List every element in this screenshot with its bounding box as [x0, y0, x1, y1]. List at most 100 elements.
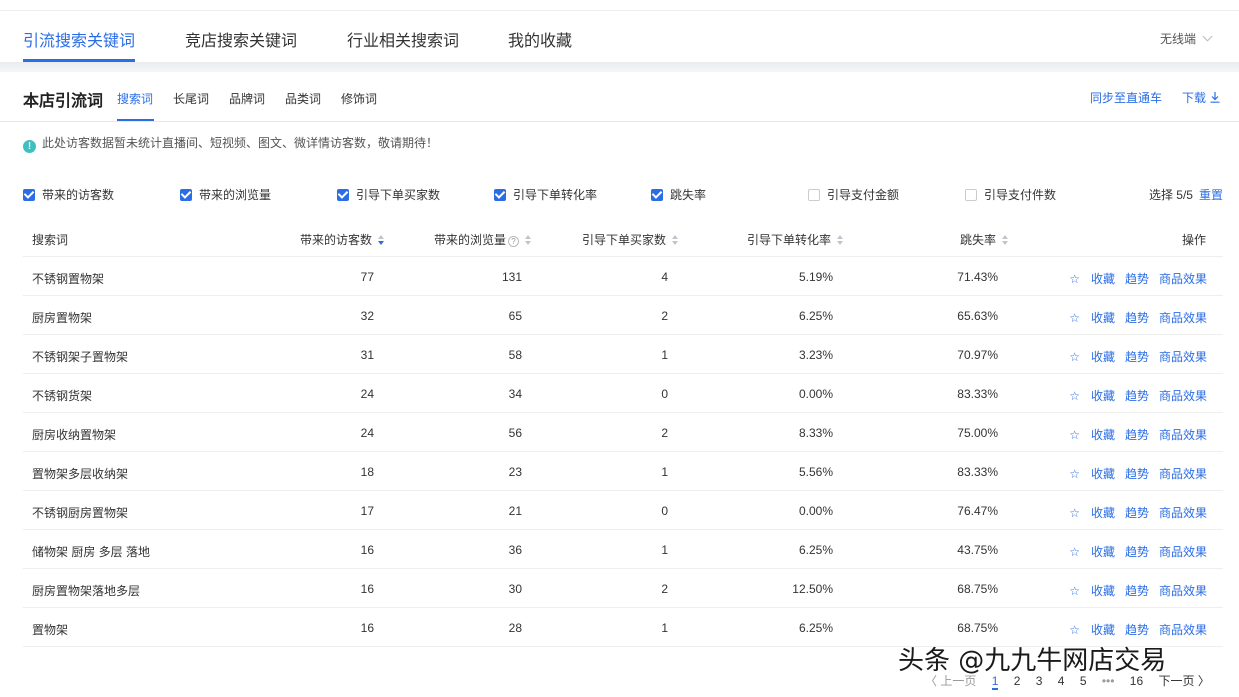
- device-selector[interactable]: 无线端: [1160, 30, 1213, 47]
- checkbox-checked[interactable]: [651, 189, 663, 201]
- trend-button[interactable]: 趋势: [1125, 623, 1149, 637]
- cell-buyers: 4: [661, 270, 668, 284]
- header-buyers[interactable]: 引导下单买家数: [582, 231, 679, 248]
- cell-conversion: 0.00%: [798, 387, 833, 401]
- trend-button[interactable]: 趋势: [1125, 467, 1149, 481]
- product-effect-button[interactable]: 商品效果: [1159, 272, 1207, 286]
- header-pageviews[interactable]: 带来的浏览量?: [434, 231, 532, 248]
- star-icon: ☆: [1069, 350, 1080, 364]
- favorite-button[interactable]: ☆ 收藏: [1059, 311, 1115, 325]
- checkbox-checked[interactable]: [180, 189, 192, 201]
- subtab-modifier[interactable]: 修饰词: [341, 90, 377, 107]
- table-body: 不锈钢置物架 77 131 4 5.19% 71.43% ☆ 收藏 趋势 商品效果 厨房置物架 32 6…: [23, 257, 1223, 647]
- cell-visitors: 18: [360, 465, 374, 479]
- tab-my-favorites[interactable]: 我的收藏: [508, 27, 572, 51]
- help-icon[interactable]: ?: [508, 236, 520, 247]
- sort-icon[interactable]: [672, 235, 679, 245]
- cell-conversion: 12.50%: [792, 582, 833, 596]
- star-icon: ☆: [1069, 545, 1080, 559]
- trend-button[interactable]: 趋势: [1125, 311, 1149, 325]
- cell-buyers: 0: [661, 387, 668, 401]
- checkbox-checked[interactable]: [23, 189, 35, 201]
- trend-button[interactable]: 趋势: [1125, 350, 1149, 364]
- header-bounce[interactable]: 跳失率: [960, 231, 1009, 248]
- filter-buyers[interactable]: 引导下单买家数: [337, 186, 440, 203]
- tab-competitor-keywords[interactable]: 竞店搜索关键词: [185, 27, 297, 51]
- product-effect-button[interactable]: 商品效果: [1159, 428, 1207, 442]
- tab-traffic-keywords[interactable]: 引流搜索关键词: [23, 27, 135, 51]
- favorite-button[interactable]: ☆ 收藏: [1059, 545, 1115, 559]
- product-effect-button[interactable]: 商品效果: [1159, 506, 1207, 520]
- product-effect-button[interactable]: 商品效果: [1159, 467, 1207, 481]
- subtab-long-tail[interactable]: 长尾词: [173, 90, 209, 107]
- sort-icon[interactable]: [378, 235, 385, 245]
- trend-button[interactable]: 趋势: [1125, 506, 1149, 520]
- cell-buyers: 1: [661, 543, 668, 557]
- cell-visitors: 16: [360, 621, 374, 635]
- cell-conversion: 6.25%: [798, 543, 833, 557]
- divider-band: [0, 62, 1239, 72]
- product-effect-button[interactable]: 商品效果: [1159, 584, 1207, 598]
- favorite-button[interactable]: ☆ 收藏: [1059, 350, 1115, 364]
- row-actions: ☆ 收藏 趋势 商品效果: [1049, 582, 1207, 599]
- sort-icon[interactable]: [837, 235, 844, 245]
- trend-button[interactable]: 趋势: [1125, 584, 1149, 598]
- filter-pageviews[interactable]: 带来的浏览量: [180, 186, 271, 203]
- sync-to-ztc-link[interactable]: 同步至直通车: [1090, 89, 1162, 106]
- product-effect-button[interactable]: 商品效果: [1159, 623, 1207, 637]
- header-conversion[interactable]: 引导下单转化率: [747, 231, 844, 248]
- product-effect-button[interactable]: 商品效果: [1159, 311, 1207, 325]
- star-icon: ☆: [1069, 467, 1080, 481]
- cell-buyers: 0: [661, 504, 668, 518]
- product-effect-button[interactable]: 商品效果: [1159, 545, 1207, 559]
- checkbox-unchecked[interactable]: [808, 189, 820, 201]
- checkbox-unchecked[interactable]: [965, 189, 977, 201]
- cell-visitors: 16: [360, 582, 374, 596]
- filter-pay-amount[interactable]: 引导支付金额: [808, 186, 899, 203]
- subtab-search-words[interactable]: 搜索词: [117, 90, 153, 107]
- cell-bounce: 65.63%: [957, 309, 998, 323]
- subtab-brand[interactable]: 品牌词: [229, 90, 265, 107]
- favorite-label: 收藏: [1090, 584, 1115, 598]
- row-actions: ☆ 收藏 趋势 商品效果: [1049, 465, 1207, 482]
- header-visitors[interactable]: 带来的访客数: [300, 231, 385, 248]
- favorite-button[interactable]: ☆ 收藏: [1059, 584, 1115, 598]
- tab-industry-keywords[interactable]: 行业相关搜索词: [347, 27, 459, 51]
- subtab-category[interactable]: 品类词: [285, 90, 321, 107]
- product-effect-button[interactable]: 商品效果: [1159, 389, 1207, 403]
- favorite-button[interactable]: ☆ 收藏: [1059, 272, 1115, 286]
- cell-buyers: 2: [661, 582, 668, 596]
- filter-label: 引导支付金额: [827, 188, 900, 202]
- trend-button[interactable]: 趋势: [1125, 545, 1149, 559]
- filter-conversion[interactable]: 引导下单转化率: [494, 186, 597, 203]
- reset-button[interactable]: 重置: [1199, 186, 1223, 203]
- trend-button[interactable]: 趋势: [1125, 389, 1149, 403]
- trend-button[interactable]: 趋势: [1125, 428, 1149, 442]
- cell-bounce: 68.75%: [957, 582, 998, 596]
- checkbox-checked[interactable]: [337, 189, 349, 201]
- trend-button[interactable]: 趋势: [1125, 272, 1149, 286]
- favorite-label: 收藏: [1090, 467, 1115, 481]
- sort-icon[interactable]: [525, 235, 532, 245]
- header-label: 带来的浏览量: [434, 233, 507, 247]
- favorite-button[interactable]: ☆ 收藏: [1059, 623, 1115, 637]
- filter-pay-items[interactable]: 引导支付件数: [965, 186, 1056, 203]
- filter-label: 引导下单买家数: [356, 188, 441, 202]
- favorite-button[interactable]: ☆ 收藏: [1059, 467, 1115, 481]
- table-row: 不锈钢架子置物架 31 58 1 3.23% 70.97% ☆ 收藏 趋势 商品效果: [23, 335, 1223, 374]
- cell-buyers: 1: [661, 621, 668, 635]
- filter-bounce[interactable]: 跳失率: [651, 186, 706, 203]
- active-subtab-indicator: [117, 119, 154, 121]
- filter-visitors[interactable]: 带来的访客数: [23, 186, 114, 203]
- download-button[interactable]: 下载: [1182, 89, 1220, 106]
- favorite-button[interactable]: ☆ 收藏: [1059, 506, 1115, 520]
- favorite-button[interactable]: ☆ 收藏: [1059, 389, 1115, 403]
- product-effect-button[interactable]: 商品效果: [1159, 350, 1207, 364]
- table-row: 厨房收纳置物架 24 56 2 8.33% 75.00% ☆ 收藏 趋势 商品效果: [23, 413, 1223, 452]
- info-icon: !: [23, 140, 36, 153]
- favorite-button[interactable]: ☆ 收藏: [1059, 428, 1115, 442]
- cell-visitors: 31: [360, 348, 374, 362]
- sort-icon[interactable]: [1002, 235, 1009, 245]
- checkbox-checked[interactable]: [494, 189, 506, 201]
- cell-pageviews: 56: [508, 426, 522, 440]
